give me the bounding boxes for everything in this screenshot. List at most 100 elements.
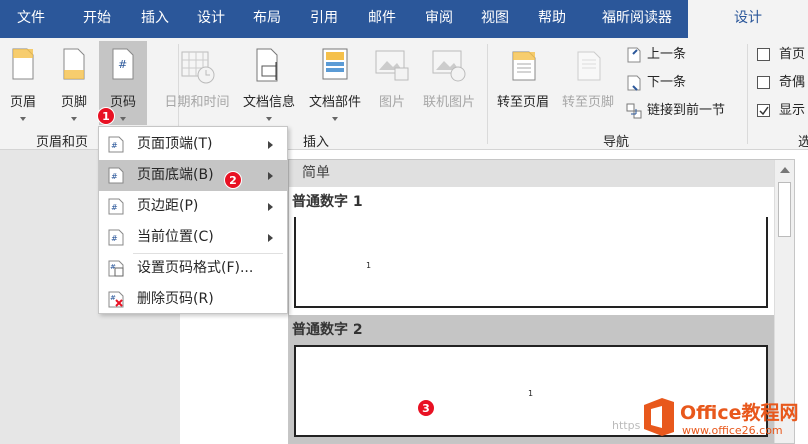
show-document-text-label: 显示 xyxy=(779,103,806,118)
menu-item-current-position[interactable]: # 当前位置(C) xyxy=(99,222,287,253)
picture-label: 图片 xyxy=(378,95,405,110)
document-parts-button[interactable]: 文档部件 xyxy=(302,44,368,122)
svg-text:#: # xyxy=(111,141,118,150)
submenu-arrow-icon xyxy=(268,141,273,149)
tab-design[interactable]: 设计 xyxy=(180,0,242,38)
tab-help[interactable]: 帮助 xyxy=(521,0,583,38)
svg-text:#: # xyxy=(110,294,116,302)
header-button[interactable]: 页眉 xyxy=(3,44,43,122)
previous-label: 上一条 xyxy=(647,47,687,62)
page-margins-icon: # xyxy=(108,198,124,215)
menu-item-format-page-numbers[interactable]: # 设置页码格式(F)... xyxy=(99,253,287,284)
odd-even-checkbox[interactable] xyxy=(757,76,770,89)
menu-item-label: 页面顶端(T) xyxy=(137,136,213,152)
link-to-previous-label: 链接到前一节 xyxy=(647,103,726,118)
next-icon xyxy=(627,75,641,91)
document-parts-icon xyxy=(322,48,348,80)
watermark-url: www.office26.com xyxy=(682,424,783,437)
tab-foxit[interactable]: 福昕阅读器 xyxy=(586,0,688,38)
document-info-label: 文档信息 xyxy=(242,95,295,110)
page-top-icon: # xyxy=(108,136,124,153)
goto-footer-label: 转至页脚 xyxy=(561,95,614,110)
remove-page-numbers-icon: # xyxy=(108,291,124,308)
menu-item-label: 页面底端(B) xyxy=(137,167,214,183)
svg-text:#: # xyxy=(118,58,127,71)
footer-icon xyxy=(63,48,85,80)
tab-review[interactable]: 审阅 xyxy=(408,0,470,38)
watermark-brand: Office教程网 xyxy=(680,402,799,424)
ribbon-separator xyxy=(487,44,488,144)
step-badge-3: 3 xyxy=(417,399,435,417)
ribbon-tab-bar: 文件 开始 插入 设计 布局 引用 邮件 审阅 视图 帮助 福昕阅读器 设计 xyxy=(0,0,808,38)
header-button-label: 页眉 xyxy=(9,95,36,110)
group-label-navigation: 导航 xyxy=(603,135,630,150)
menu-item-label: 当前位置(C) xyxy=(137,229,214,245)
date-time-label: 日期和时间 xyxy=(164,95,230,110)
menu-item-bottom-of-page[interactable]: # 页面底端(B) xyxy=(99,160,287,191)
document-parts-label: 文档部件 xyxy=(308,95,361,110)
header-dropdown-arrow xyxy=(20,117,26,121)
menu-item-top-of-page[interactable]: # 页面顶端(T) xyxy=(99,129,287,160)
menu-item-remove-page-numbers[interactable]: # 删除页码(R) xyxy=(99,284,287,315)
page-bottom-icon: # xyxy=(108,167,124,184)
checkmark-icon xyxy=(759,106,769,116)
goto-header-button[interactable]: 转至页眉 xyxy=(491,44,555,122)
tab-insert[interactable]: 插入 xyxy=(124,0,186,38)
current-position-icon: # xyxy=(108,229,124,246)
footer-dropdown-arrow xyxy=(71,117,77,121)
tab-layout[interactable]: 布局 xyxy=(236,0,298,38)
page-number-icon: # xyxy=(112,48,134,80)
page-number-menu: # 页面顶端(T) # 页面底端(B) # 页边距(P) # 当前位置(C) #… xyxy=(98,126,288,314)
office-logo-icon xyxy=(644,398,674,436)
different-first-page-checkbox[interactable] xyxy=(757,48,770,61)
svg-text:#: # xyxy=(110,263,116,271)
svg-text:#: # xyxy=(111,203,118,212)
gallery-item-title: 普通数字 2 xyxy=(292,322,363,338)
menu-item-page-margins[interactable]: # 页边距(P) xyxy=(99,191,287,222)
goto-header-label: 转至页眉 xyxy=(496,95,549,110)
group-label-header-footer: 页眉和页 xyxy=(36,135,89,150)
scroll-up-arrow[interactable] xyxy=(780,167,790,173)
scrollbar-thumb[interactable] xyxy=(778,182,791,237)
previous-icon xyxy=(627,47,641,63)
odd-even-label: 奇偶 xyxy=(779,75,806,90)
picture-icon xyxy=(375,50,409,81)
tab-mailings[interactable]: 邮件 xyxy=(351,0,413,38)
picture-button[interactable]: 图片 xyxy=(370,44,414,122)
document-info-button[interactable]: 文档信息 xyxy=(236,44,302,122)
header-icon xyxy=(12,48,34,80)
svg-text:#: # xyxy=(111,234,118,243)
show-document-text-checkbox[interactable] xyxy=(757,104,770,117)
goto-footer-button[interactable]: 转至页脚 xyxy=(556,44,620,122)
next-label: 下一条 xyxy=(647,75,687,90)
online-picture-button[interactable]: 联机图片 xyxy=(418,44,480,122)
document-info-icon xyxy=(256,48,278,82)
gallery-item-title: 普通数字 1 xyxy=(292,194,363,210)
page-number-sample: 1 xyxy=(528,389,534,398)
online-picture-label: 联机图片 xyxy=(422,95,475,110)
step-badge-1: 1 xyxy=(97,107,115,125)
calendar-clock-icon xyxy=(181,51,215,84)
tab-header-footer-design[interactable]: 设计 xyxy=(688,0,808,38)
link-icon xyxy=(626,103,642,119)
gallery-item-plain-number-1[interactable]: 普通数字 1 1 xyxy=(289,187,774,310)
document-info-dropdown-arrow xyxy=(266,117,272,121)
svg-text:#: # xyxy=(111,172,118,181)
gallery-section-header: 简单 xyxy=(289,160,774,187)
tab-references[interactable]: 引用 xyxy=(293,0,355,38)
step-badge-2: 2 xyxy=(224,171,242,189)
menu-item-label: 页边距(P) xyxy=(137,198,199,214)
menu-item-label: 设置页码格式(F)... xyxy=(137,260,254,276)
tab-home[interactable]: 开始 xyxy=(66,0,128,38)
gallery-item-preview: 1 xyxy=(294,217,768,308)
tab-view[interactable]: 视图 xyxy=(464,0,526,38)
page-number-dropdown-arrow xyxy=(120,117,126,121)
document-parts-dropdown-arrow xyxy=(332,117,338,121)
footer-button[interactable]: 页脚 xyxy=(52,44,96,122)
watermark-faint-text: https xyxy=(612,419,641,432)
tab-file[interactable]: 文件 xyxy=(0,0,62,38)
goto-header-icon xyxy=(512,51,536,81)
group-label-options: 选 xyxy=(798,135,808,150)
menu-item-label: 删除页码(R) xyxy=(137,291,214,307)
date-time-button[interactable]: 日期和时间 xyxy=(158,44,236,122)
